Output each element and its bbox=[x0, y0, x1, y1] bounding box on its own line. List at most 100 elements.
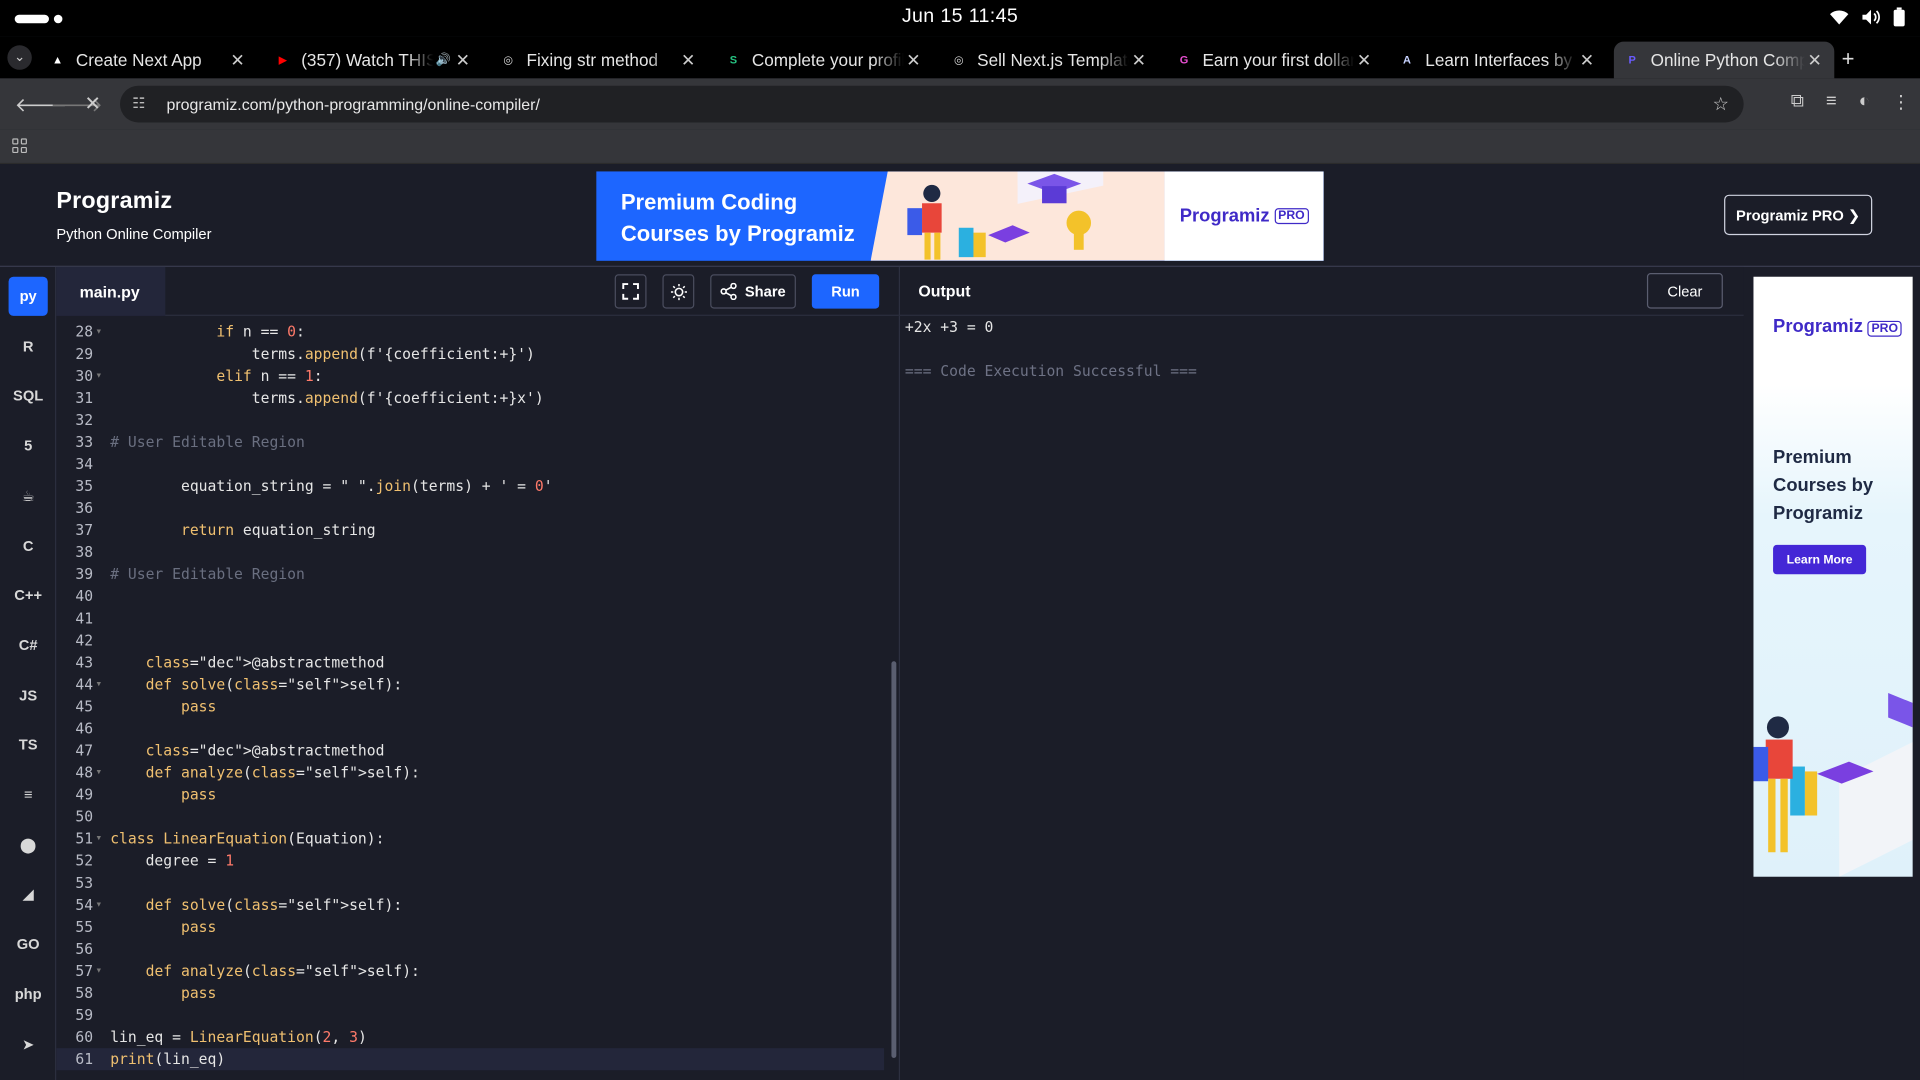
code-line[interactable]: 33 # User Editable Region bbox=[56, 431, 884, 453]
run-button[interactable]: Run bbox=[811, 274, 880, 309]
fold-toggle-icon[interactable]: ▾ bbox=[96, 365, 103, 387]
language-icon[interactable]: R bbox=[9, 327, 48, 366]
fold-toggle-icon[interactable]: ▾ bbox=[96, 321, 103, 343]
language-icon[interactable]: php bbox=[9, 974, 48, 1013]
code-line[interactable]: 41 bbox=[56, 607, 884, 629]
code-line[interactable]: 52 degree = 1 bbox=[56, 850, 884, 872]
address-bar[interactable]: ☷ programiz.com/python-programming/onlin… bbox=[120, 85, 1744, 123]
code-line[interactable]: 31 terms.append(f'{coefficient:+}x') bbox=[56, 387, 884, 409]
tab-search-button[interactable]: ⌄ bbox=[7, 45, 32, 70]
tab-close-icon[interactable]: ✕ bbox=[904, 50, 924, 71]
code-line[interactable]: 54 ▾ def solve(class="self">self): bbox=[56, 894, 884, 916]
language-icon[interactable]: ≡ bbox=[9, 775, 48, 814]
tab-close-icon[interactable]: ✕ bbox=[1354, 50, 1374, 71]
fold-toggle-icon[interactable]: ▾ bbox=[96, 960, 103, 982]
theme-toggle-button[interactable] bbox=[662, 274, 695, 309]
tab-audio-icon[interactable]: 🔊 bbox=[433, 53, 453, 66]
url-text[interactable]: programiz.com/python-programming/online-… bbox=[167, 95, 1713, 113]
tab-close-icon[interactable]: ✕ bbox=[228, 50, 248, 71]
code-line[interactable]: 40 bbox=[56, 585, 884, 607]
code-line[interactable]: 59 bbox=[56, 1004, 884, 1026]
code-line[interactable]: 28 ▾ if n == 0: bbox=[56, 321, 884, 343]
fold-toggle-icon[interactable]: ▾ bbox=[96, 828, 103, 850]
tab-close-icon[interactable]: ✕ bbox=[1805, 50, 1825, 71]
fold-toggle-icon[interactable]: ▾ bbox=[96, 762, 103, 784]
code-line[interactable]: 61 print(lin_eq) bbox=[56, 1048, 885, 1071]
fullscreen-button[interactable] bbox=[614, 274, 647, 309]
language-icon[interactable]: 5 bbox=[9, 426, 48, 465]
tab-close-icon[interactable]: ✕ bbox=[453, 50, 473, 71]
code-line[interactable]: 34 bbox=[56, 453, 884, 475]
code-line[interactable]: 48 ▾ def analyze(class="self">self): bbox=[56, 762, 884, 784]
code-line[interactable]: 49 pass bbox=[56, 784, 884, 806]
stop-loading-icon[interactable]: ✕ bbox=[84, 92, 100, 116]
language-icon[interactable]: GO bbox=[9, 925, 48, 964]
new-tab-button[interactable]: + bbox=[1842, 47, 1855, 73]
code-line[interactable]: 45 pass bbox=[56, 696, 884, 718]
code-line[interactable]: 35 equation_string = " ".join(terms) + '… bbox=[56, 475, 884, 497]
clock[interactable]: Jun 15 11:45 bbox=[0, 6, 1920, 28]
browser-tab[interactable]: A Learn Interfaces by ✕ bbox=[1389, 42, 1607, 79]
code-line[interactable]: 29 terms.append(f'{coefficient:+}') bbox=[56, 343, 884, 365]
code-line[interactable]: 44 ▾ def solve(class="self">self): bbox=[56, 673, 884, 695]
fold-toggle-icon[interactable]: ▾ bbox=[96, 673, 103, 695]
language-icon[interactable]: ➤ bbox=[9, 1024, 48, 1063]
system-tray[interactable] bbox=[1829, 7, 1905, 33]
code-line[interactable]: 53 bbox=[56, 872, 884, 894]
language-icon[interactable]: ☕ bbox=[9, 476, 48, 515]
language-icon[interactable]: JS bbox=[9, 675, 48, 714]
language-icon[interactable]: ⬤ bbox=[9, 825, 48, 864]
language-icon[interactable]: C bbox=[9, 526, 48, 565]
code-line[interactable]: 38 bbox=[56, 541, 884, 563]
more-menu-icon[interactable]: ⋮ bbox=[1892, 91, 1910, 113]
editor-scrollbar[interactable] bbox=[890, 321, 897, 1065]
code-line[interactable]: 58 pass bbox=[56, 982, 884, 1004]
code-line[interactable]: 57 ▾ def analyze(class="self">self): bbox=[56, 960, 884, 982]
profile-icon[interactable]: ◐ bbox=[1859, 91, 1870, 113]
tab-close-icon[interactable]: ✕ bbox=[678, 50, 698, 71]
code-line[interactable]: 55 pass bbox=[56, 916, 884, 938]
ad-banner[interactable]: Premium Coding Courses by Programiz Prog… bbox=[596, 171, 1324, 261]
language-icon[interactable]: C# bbox=[9, 626, 48, 665]
share-button[interactable]: Share bbox=[710, 274, 796, 309]
code-line[interactable]: 46 bbox=[56, 718, 884, 740]
browser-tab[interactable]: ◎ Fixing str method ✕ bbox=[490, 42, 708, 79]
media-controls-icon[interactable]: ≡ bbox=[1826, 91, 1837, 113]
code-line[interactable]: 47 class="dec">@abstractmethod bbox=[56, 740, 884, 762]
clear-button[interactable]: Clear bbox=[1646, 273, 1723, 309]
code-line[interactable]: 42 bbox=[56, 629, 884, 651]
code-line[interactable]: 60 lin_eq = LinearEquation(2, 3) bbox=[56, 1026, 884, 1048]
tab-close-icon[interactable]: ✕ bbox=[1129, 50, 1149, 71]
code-line[interactable]: 50 bbox=[56, 806, 884, 828]
tab-close-icon[interactable]: ✕ bbox=[1577, 50, 1597, 71]
code-line[interactable]: 43 class="dec">@abstractmethod bbox=[56, 651, 884, 673]
language-icon[interactable]: TS bbox=[9, 725, 48, 764]
programiz-pro-button[interactable]: Programiz PRO ❯ bbox=[1724, 194, 1873, 236]
code-line[interactable]: 37 return equation_string bbox=[56, 519, 884, 541]
browser-tab[interactable]: P Online Python Compiler✕ bbox=[1613, 41, 1835, 79]
code-line[interactable]: 30 ▾ elif n == 1: bbox=[56, 365, 884, 387]
browser-tab[interactable]: ▲ Create Next App ✕ bbox=[39, 42, 257, 79]
language-icon[interactable]: ◢ bbox=[9, 875, 48, 914]
browser-tab[interactable]: G Earn your first dollar ✕ bbox=[1166, 42, 1384, 79]
bookmark-star-icon[interactable]: ☆ bbox=[1713, 93, 1729, 115]
language-icon[interactable]: SQL bbox=[9, 376, 48, 415]
learn-more-button[interactable]: Learn More bbox=[1773, 544, 1867, 575]
code-line[interactable]: 51 ▾ class LinearEquation(Equation): bbox=[56, 828, 884, 850]
extensions-icon[interactable]: ⧉ bbox=[1791, 91, 1804, 113]
file-tab-main[interactable]: main.py bbox=[56, 266, 166, 316]
language-icon[interactable]: py bbox=[8, 276, 48, 316]
browser-tab[interactable]: S Complete your profile ✕ bbox=[715, 42, 933, 79]
code-line[interactable]: 56 bbox=[56, 938, 884, 960]
code-line[interactable]: 36 bbox=[56, 497, 884, 519]
code-line[interactable]: 32 bbox=[56, 409, 884, 431]
side-ad[interactable]: Programiz PRO Premium Courses by Programi… bbox=[1753, 276, 1913, 877]
output-console[interactable]: +2x +3 = 0 === Code Execution Successful … bbox=[898, 315, 1744, 1080]
language-icon[interactable]: C++ bbox=[9, 576, 48, 615]
apps-grid-icon[interactable] bbox=[12, 138, 27, 154]
code-editor[interactable]: 28 ▾ if n == 0: 29 terms.append(f'{coeffic… bbox=[56, 315, 899, 1080]
programiz-logo[interactable]: Programiz bbox=[56, 189, 172, 216]
site-info-icon[interactable]: ☷ bbox=[132, 94, 152, 114]
fold-toggle-icon[interactable]: ▾ bbox=[96, 894, 103, 916]
browser-tab[interactable]: ◎ Sell Next.js Templates ✕ bbox=[940, 42, 1158, 79]
